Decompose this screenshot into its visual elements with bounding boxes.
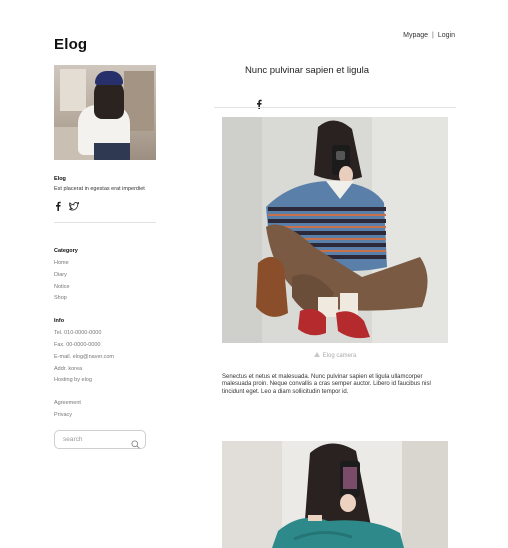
caption-text: Elog camera — [322, 353, 357, 359]
facebook-icon[interactable] — [255, 96, 263, 109]
sidebar: Elog Elog Est placerat in egestas erat i… — [54, 36, 158, 449]
post-content: Nunc pulvinar sapien et ligula Elog came… — [214, 0, 456, 548]
post-photo-1 — [222, 117, 448, 343]
profile-image — [54, 65, 156, 160]
info-title: Info — [54, 318, 65, 325]
category-item-diary[interactable]: Diary — [54, 270, 158, 282]
category-item-home[interactable]: Home — [54, 258, 158, 270]
category-list: Home Diary Notice Shop — [54, 258, 158, 305]
info-tel: Tel. 010-0000-0000 — [54, 330, 102, 337]
post-photo-2 — [222, 441, 448, 548]
search-input[interactable] — [63, 435, 129, 443]
site-logo[interactable]: Elog — [54, 36, 158, 53]
profile-name: Elog — [54, 176, 66, 182]
search-box — [54, 429, 146, 449]
twitter-icon[interactable] — [69, 198, 80, 211]
social-links — [54, 198, 158, 211]
category-title: Category — [54, 248, 78, 254]
info-email: E-mail. elog@naver.com — [54, 353, 114, 360]
category-item-shop[interactable]: Shop — [54, 293, 158, 305]
sidebar-divider — [54, 222, 156, 223]
search-icon[interactable] — [131, 436, 140, 449]
post-title: Nunc pulvinar sapien et ligula — [244, 65, 370, 76]
info-address: Addr. korea — [54, 365, 83, 372]
post-divider — [214, 107, 456, 108]
post-body: Senectus et netus et malesuada. Nunc pul… — [222, 374, 431, 395]
policy-links: Agreement Privacy — [54, 398, 158, 422]
info-fax: Fax. 00-0000-0000 — [54, 341, 101, 348]
photo-caption: Elog camera — [222, 352, 448, 359]
facebook-icon[interactable] — [54, 198, 64, 211]
category-item-notice[interactable]: Notice — [54, 282, 158, 294]
agreement-link[interactable]: Agreement — [54, 398, 158, 410]
privacy-link[interactable]: Privacy — [54, 410, 158, 422]
info-list: Tel. 010-0000-0000 Fax. 00-0000-0000 E-m… — [54, 328, 158, 387]
info-hosting: Hosting by elog — [54, 377, 92, 384]
profile-description: Est placerat in egestas erat imperdiet — [54, 186, 145, 192]
camera-icon — [313, 352, 320, 357]
